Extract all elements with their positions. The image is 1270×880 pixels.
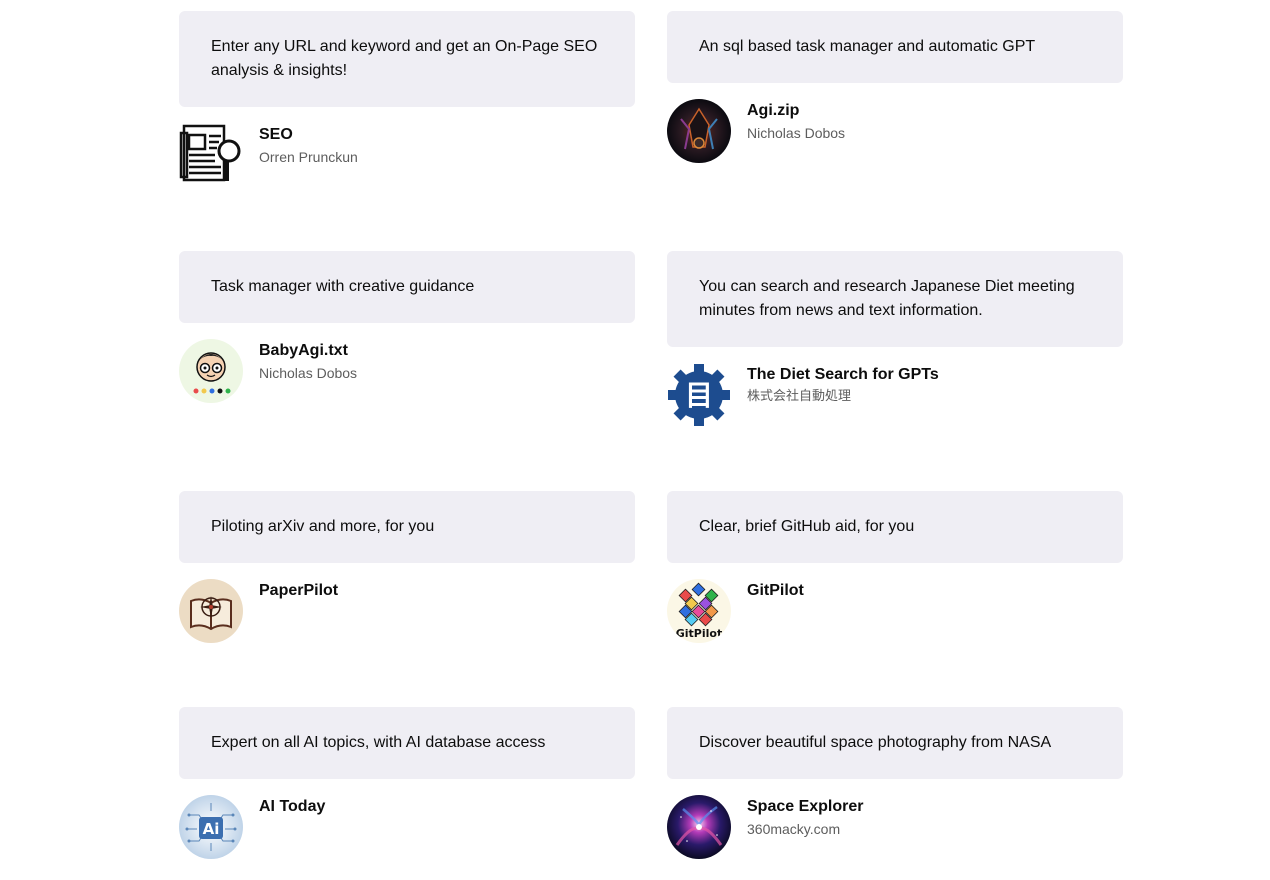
gpt-title: SEO bbox=[259, 126, 293, 143]
gpt-description: Piloting arXiv and more, for you bbox=[179, 491, 635, 563]
gpt-meta: Agi.zip Nicholas Dobos bbox=[667, 99, 1123, 163]
gpt-meta: PaperPilot bbox=[179, 579, 635, 643]
gpt-title: PaperPilot bbox=[259, 582, 339, 599]
gpt-description: Clear, brief GitHub aid, for you bbox=[667, 491, 1123, 563]
gpt-description: An sql based task manager and automatic … bbox=[667, 11, 1123, 83]
gpt-description: Task manager with creative guidance bbox=[179, 251, 635, 323]
diet-logo-glyph: 目 bbox=[685, 379, 713, 412]
gpt-description: Discover beautiful space photography fro… bbox=[667, 707, 1123, 779]
gpt-card-agi-zip[interactable]: An sql based task manager and automatic … bbox=[667, 11, 1123, 163]
gpt-title: Space Explorer bbox=[747, 798, 864, 815]
paperpilot-book-icon bbox=[179, 579, 243, 643]
gpt-card-babyagi[interactable]: Task manager with creative guidance Baby… bbox=[179, 251, 635, 403]
agi-zip-avatar bbox=[667, 99, 731, 163]
gpt-author: 360macky.com bbox=[747, 821, 841, 837]
gpt-title: AI Today bbox=[259, 798, 326, 815]
ai-logo-text: Ai bbox=[203, 820, 220, 838]
ai-today-brain-icon: Ai bbox=[179, 795, 243, 859]
gpt-meta: SEO Orren Prunckun bbox=[179, 123, 635, 187]
gpt-title: Agi.zip bbox=[747, 102, 800, 119]
gpt-card-seo[interactable]: Enter any URL and keyword and get an On-… bbox=[179, 11, 635, 187]
gpt-description: Expert on all AI topics, with AI databas… bbox=[179, 707, 635, 779]
gpt-card-gitpilot[interactable]: Clear, brief GitHub aid, for you GitPilo bbox=[667, 491, 1123, 643]
gpt-card-paperpilot[interactable]: Piloting arXiv and more, for you PaperPi… bbox=[179, 491, 635, 643]
gpt-author: 株式会社自動処理 bbox=[747, 389, 852, 404]
space-explorer-avatar bbox=[667, 795, 731, 859]
gpt-description: Enter any URL and keyword and get an On-… bbox=[179, 11, 635, 107]
gitpilot-logo-text: GitPilot bbox=[676, 627, 722, 640]
gpt-author: Nicholas Dobos bbox=[259, 365, 358, 381]
gpt-title: BabyAgi.txt bbox=[259, 342, 348, 359]
gpt-description: You can search and research Japanese Die… bbox=[667, 251, 1123, 347]
gitpilot-cube-icon: GitPilot bbox=[667, 579, 731, 643]
gpt-author: Nicholas Dobos bbox=[747, 125, 846, 141]
gpt-meta: 目 The Diet Search for GPTs 株式会社自動処理 bbox=[667, 363, 1123, 427]
gpt-title: The Diet Search for GPTs bbox=[747, 366, 939, 383]
gpt-meta: Space Explorer 360macky.com bbox=[667, 795, 1123, 859]
babyagi-avatar bbox=[179, 339, 243, 403]
gpt-meta: BabyAgi.txt Nicholas Dobos bbox=[179, 339, 635, 403]
gpt-card-ai-today[interactable]: Expert on all AI topics, with AI databas… bbox=[179, 707, 635, 859]
seo-newspaper-icon bbox=[179, 123, 243, 187]
diet-search-gear-icon: 目 bbox=[667, 363, 731, 427]
gpt-card-diet-search[interactable]: You can search and research Japanese Die… bbox=[667, 251, 1123, 427]
gpt-card-space-explorer[interactable]: Discover beautiful space photography fro… bbox=[667, 707, 1123, 859]
gpt-title: GitPilot bbox=[747, 582, 804, 599]
gpt-meta: Ai AI Today bbox=[179, 795, 635, 859]
gpt-meta: GitPilot GitPilot bbox=[667, 579, 1123, 643]
gpt-author: Orren Prunckun bbox=[259, 149, 358, 165]
